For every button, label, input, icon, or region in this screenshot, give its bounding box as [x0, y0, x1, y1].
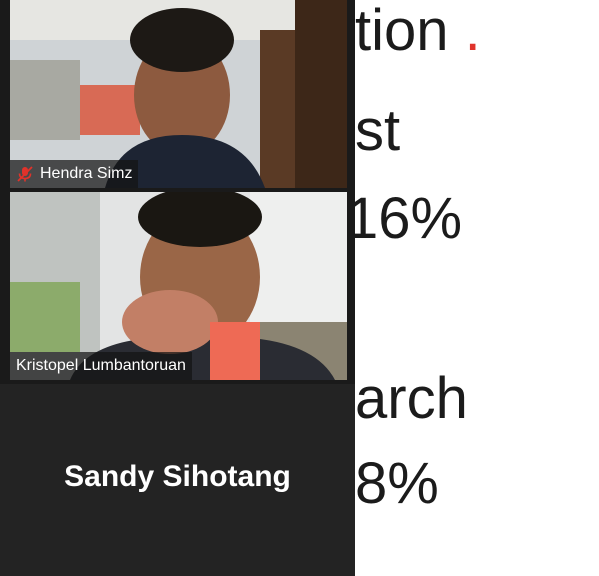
slide-line: 8% [355, 451, 439, 516]
participant-name: Kristopel Lumbantoruan [16, 357, 186, 374]
slide-line: tion . [355, 0, 481, 63]
participant-name-tag: Kristopel Lumbantoruan [10, 352, 192, 380]
mic-muted-icon [17, 166, 33, 182]
slide-period: . [464, 0, 481, 63]
participant-gallery: Hendra Simz Kristopel Lumbantoruan Sandy… [0, 0, 355, 576]
slide-line: st [355, 98, 401, 163]
participant-tile[interactable]: Kristopel Lumbantoruan [10, 192, 347, 380]
participant-tile[interactable]: Sandy Sihotang [0, 384, 355, 576]
participant-name-tag: Hendra Simz [10, 160, 139, 188]
participant-name: Hendra Simz [40, 165, 133, 182]
slide-line: 16% [346, 186, 463, 251]
participant-name: Sandy Sihotang [64, 460, 291, 493]
participant-tile[interactable]: Hendra Simz [10, 0, 347, 188]
slide-line: arch [355, 366, 468, 431]
